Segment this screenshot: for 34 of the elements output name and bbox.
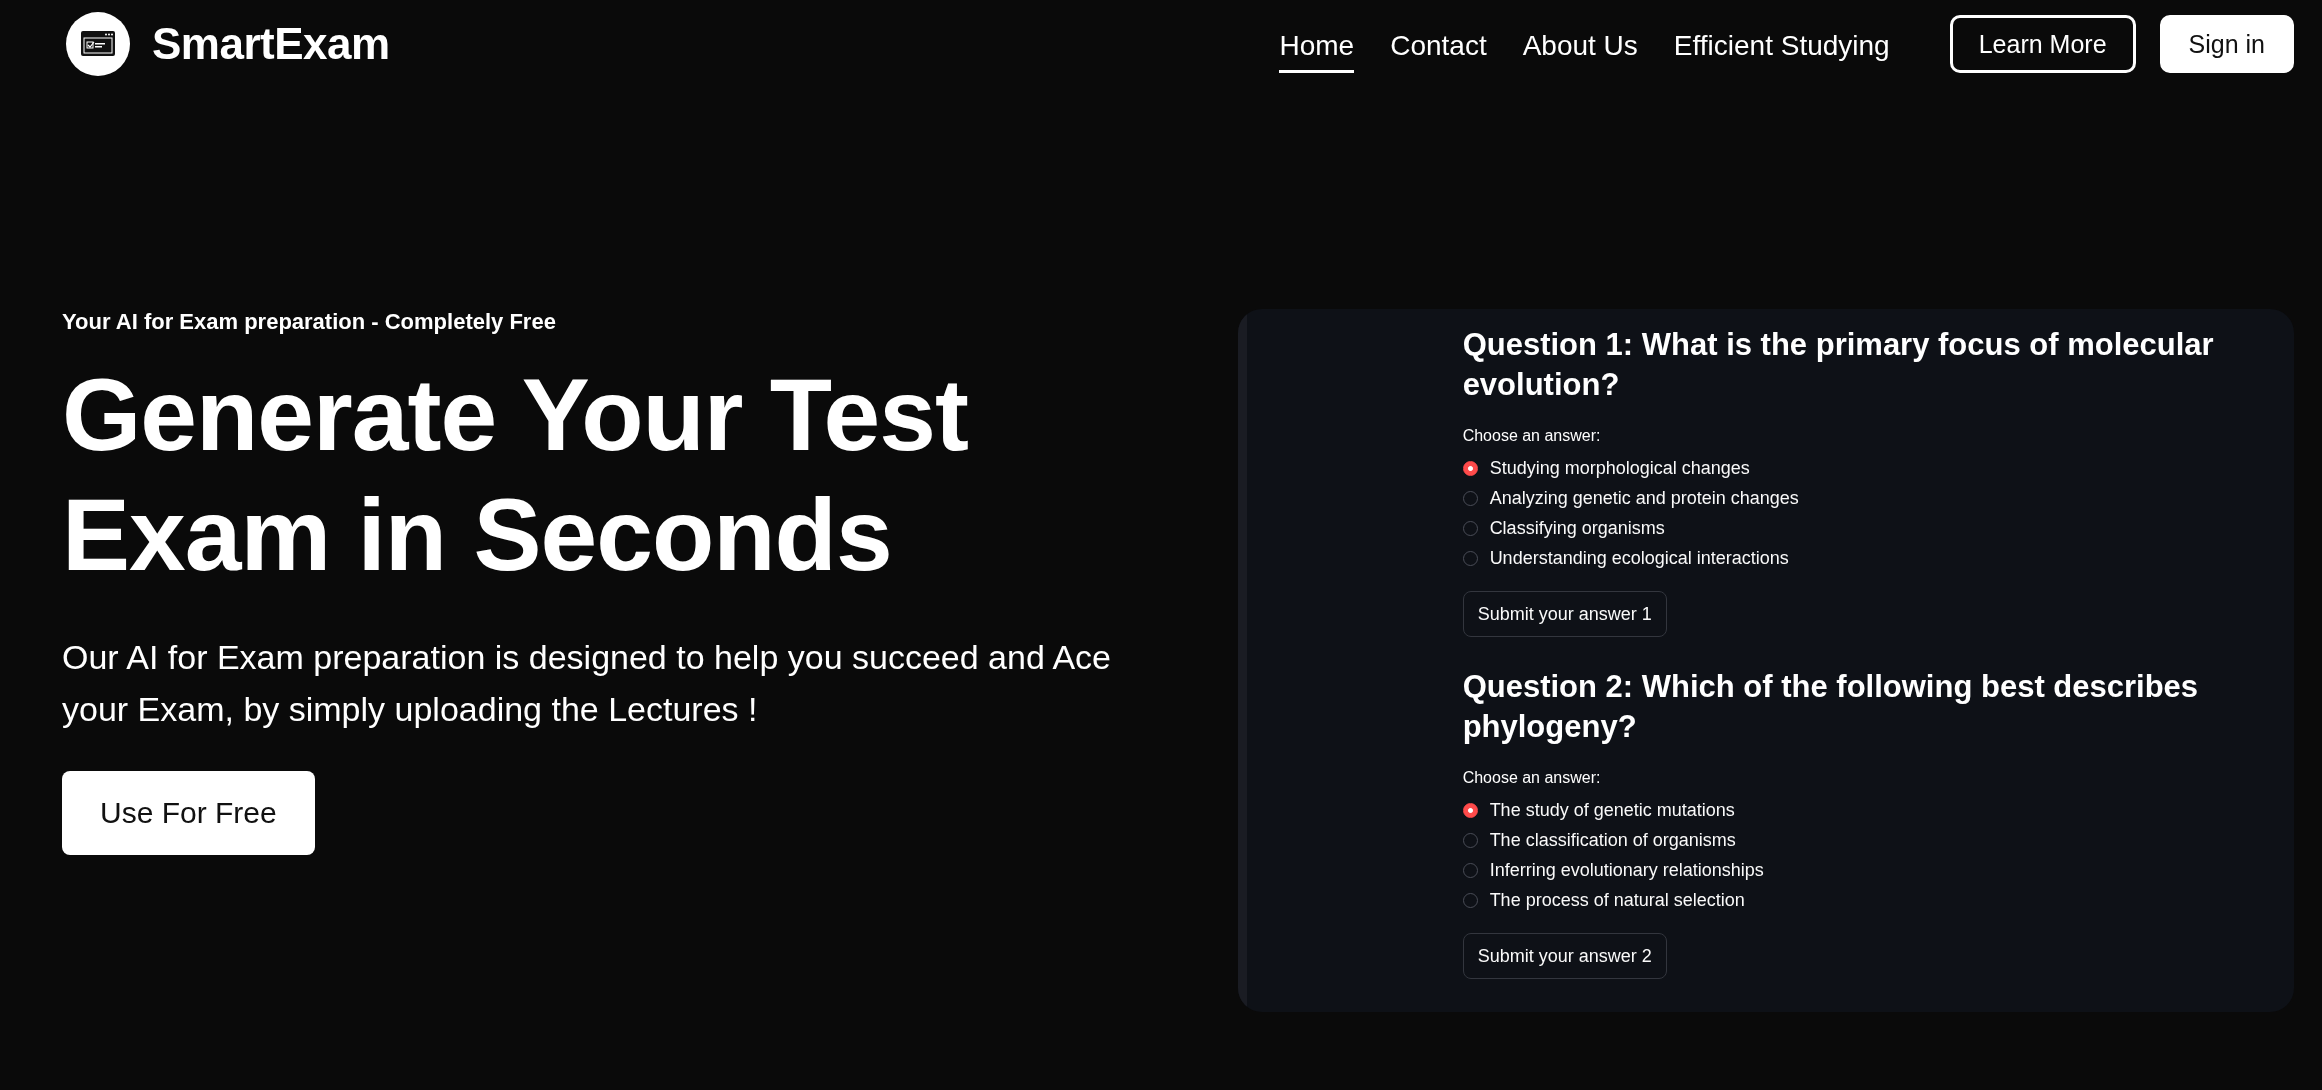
- description: Our AI for Exam preparation is designed to help you succeed and Ace your Exam, by simply uploading the Lectures !: [62, 637, 1112, 730]
- radio-button[interactable]: [1462, 460, 1478, 476]
- nav-link[interactable]: About Us: [1522, 21, 1638, 73]
- option-label[interactable]: The process of natural selection: [1489, 889, 1745, 911]
- submit-button[interactable]: Submit your answer 2: [1462, 933, 1667, 979]
- brand-name[interactable]: SmartExam: [152, 19, 390, 69]
- radio-button[interactable]: [1462, 550, 1478, 566]
- option-label[interactable]: The classification of organisms: [1489, 829, 1736, 851]
- option-label[interactable]: Inferring evolutionary relationships: [1489, 859, 1764, 881]
- radio-button[interactable]: [1462, 490, 1478, 506]
- option-label[interactable]: Classifying organisms: [1489, 517, 1665, 539]
- option-label[interactable]: The study of genetic mutations: [1489, 799, 1735, 821]
- headline: Generate Your Test Exam in Seconds: [62, 357, 969, 594]
- nav-link[interactable]: Contact: [1390, 21, 1487, 73]
- nav-link[interactable]: Efficient Studying: [1673, 21, 1890, 73]
- answer-prompt: Choose an answer:: [1462, 769, 1602, 787]
- option-label[interactable]: Studying morphological changes: [1489, 457, 1750, 479]
- tagline: Your AI for Exam preparation - Completely Free: [62, 309, 556, 335]
- radio-button[interactable]: [1462, 520, 1478, 536]
- use-for-free-button[interactable]: Use For Free: [62, 771, 315, 855]
- radio-button[interactable]: [1462, 802, 1478, 818]
- question-title: Question 2: Which of the following best describes phylogeny?: [1462, 668, 2200, 746]
- radio-button[interactable]: [1462, 832, 1478, 848]
- header-button[interactable]: Sign in: [2159, 15, 2294, 73]
- radio-button[interactable]: [1462, 892, 1478, 908]
- answer-prompt: Choose an answer:: [1462, 427, 1602, 445]
- submit-button[interactable]: Submit your answer 1: [1462, 591, 1667, 637]
- option-label[interactable]: Analyzing genetic and protein changes: [1489, 487, 1799, 509]
- header-button[interactable]: Learn More: [1949, 15, 2136, 73]
- logo-icon: [66, 12, 130, 76]
- question-title: Question 1: What is the primary focus of molecular evolution?: [1462, 326, 2215, 404]
- option-label[interactable]: Understanding ecological interactions: [1489, 547, 1789, 569]
- radio-button[interactable]: [1462, 862, 1478, 878]
- nav-link[interactable]: Home: [1279, 21, 1355, 73]
